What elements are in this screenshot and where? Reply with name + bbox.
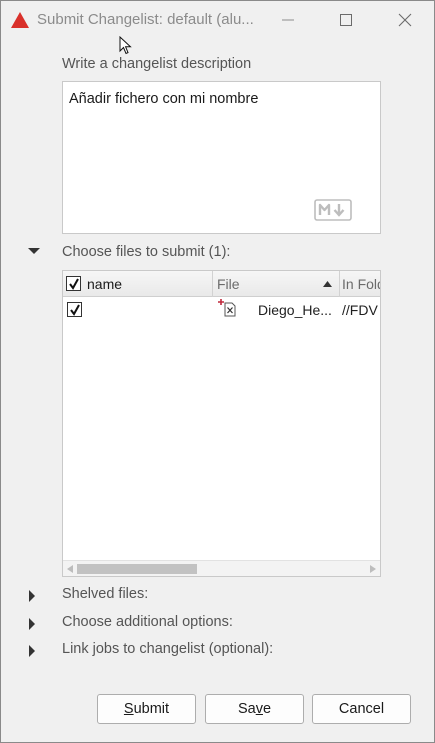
- row-file-name: Diego_He...: [258, 302, 332, 318]
- close-button[interactable]: [376, 1, 434, 39]
- horizontal-scrollbar[interactable]: [63, 560, 380, 576]
- save-mnemonic: v: [255, 701, 263, 717]
- scroll-right-icon[interactable]: [370, 565, 376, 573]
- maximize-icon: [340, 14, 352, 26]
- expanded-triangle-icon: [28, 248, 40, 254]
- column-name-label: name: [87, 276, 123, 292]
- column-header-in-folder[interactable]: In Fold: [340, 271, 381, 297]
- description-value: Añadir fichero con mi nombre: [69, 91, 259, 107]
- title-bar: Submit Changelist: default (alu...: [1, 1, 434, 39]
- submit-label-rest: ubmit: [133, 701, 170, 717]
- cancel-button[interactable]: Cancel: [312, 694, 411, 724]
- select-all-checkbox[interactable]: [66, 276, 81, 291]
- save-label-rest: e: [262, 701, 272, 717]
- minimize-icon: [282, 19, 294, 21]
- description-label: Write a changelist description: [62, 56, 252, 72]
- submit-changelist-dialog: Submit Changelist: default (alu... Write…: [0, 0, 435, 743]
- app-triangle-icon: [11, 12, 29, 28]
- minimize-button[interactable]: [259, 1, 317, 39]
- scrollbar-thumb[interactable]: [77, 564, 197, 574]
- check-icon: [70, 304, 80, 316]
- link-jobs-label: Link jobs to changelist (optional):: [62, 641, 274, 657]
- collapsed-triangle-icon: [29, 645, 35, 657]
- check-icon: [69, 278, 79, 290]
- collapsed-triangle-icon: [29, 590, 35, 602]
- additional-options-label: Choose additional options:: [62, 614, 233, 630]
- sort-ascending-icon: [323, 281, 332, 287]
- table-header: name File In Fold: [63, 271, 380, 297]
- table-row[interactable]: Diego_He... //FDV: [63, 297, 380, 323]
- submit-mnemonic: S: [123, 701, 134, 717]
- row-folder: //FDV: [342, 302, 378, 318]
- column-header-file[interactable]: File: [213, 271, 340, 297]
- submit-button[interactable]: Submit: [97, 694, 196, 724]
- window-title: Submit Changelist: default (alu...: [37, 11, 254, 28]
- files-table: name File In Fold Diego_He... //FDV: [62, 270, 381, 577]
- collapsed-triangle-icon: [29, 618, 35, 630]
- column-folder-label: In Fold: [342, 276, 381, 292]
- row-checkbox[interactable]: [67, 302, 82, 317]
- column-file-label: File: [217, 276, 240, 292]
- close-icon: [398, 13, 412, 27]
- maximize-button[interactable]: [317, 1, 375, 39]
- added-file-icon: [218, 299, 236, 317]
- mouse-cursor-icon: [119, 36, 132, 55]
- scroll-left-icon[interactable]: [67, 565, 73, 573]
- column-header-name[interactable]: name: [63, 271, 213, 297]
- markdown-icon[interactable]: [314, 199, 352, 221]
- files-section-label: Choose files to submit (1):: [62, 244, 231, 260]
- save-button[interactable]: Save: [205, 694, 304, 724]
- description-textarea[interactable]: Añadir fichero con mi nombre: [62, 81, 381, 234]
- shelved-files-label: Shelved files:: [62, 586, 149, 602]
- save-label-start: Sa: [237, 701, 256, 717]
